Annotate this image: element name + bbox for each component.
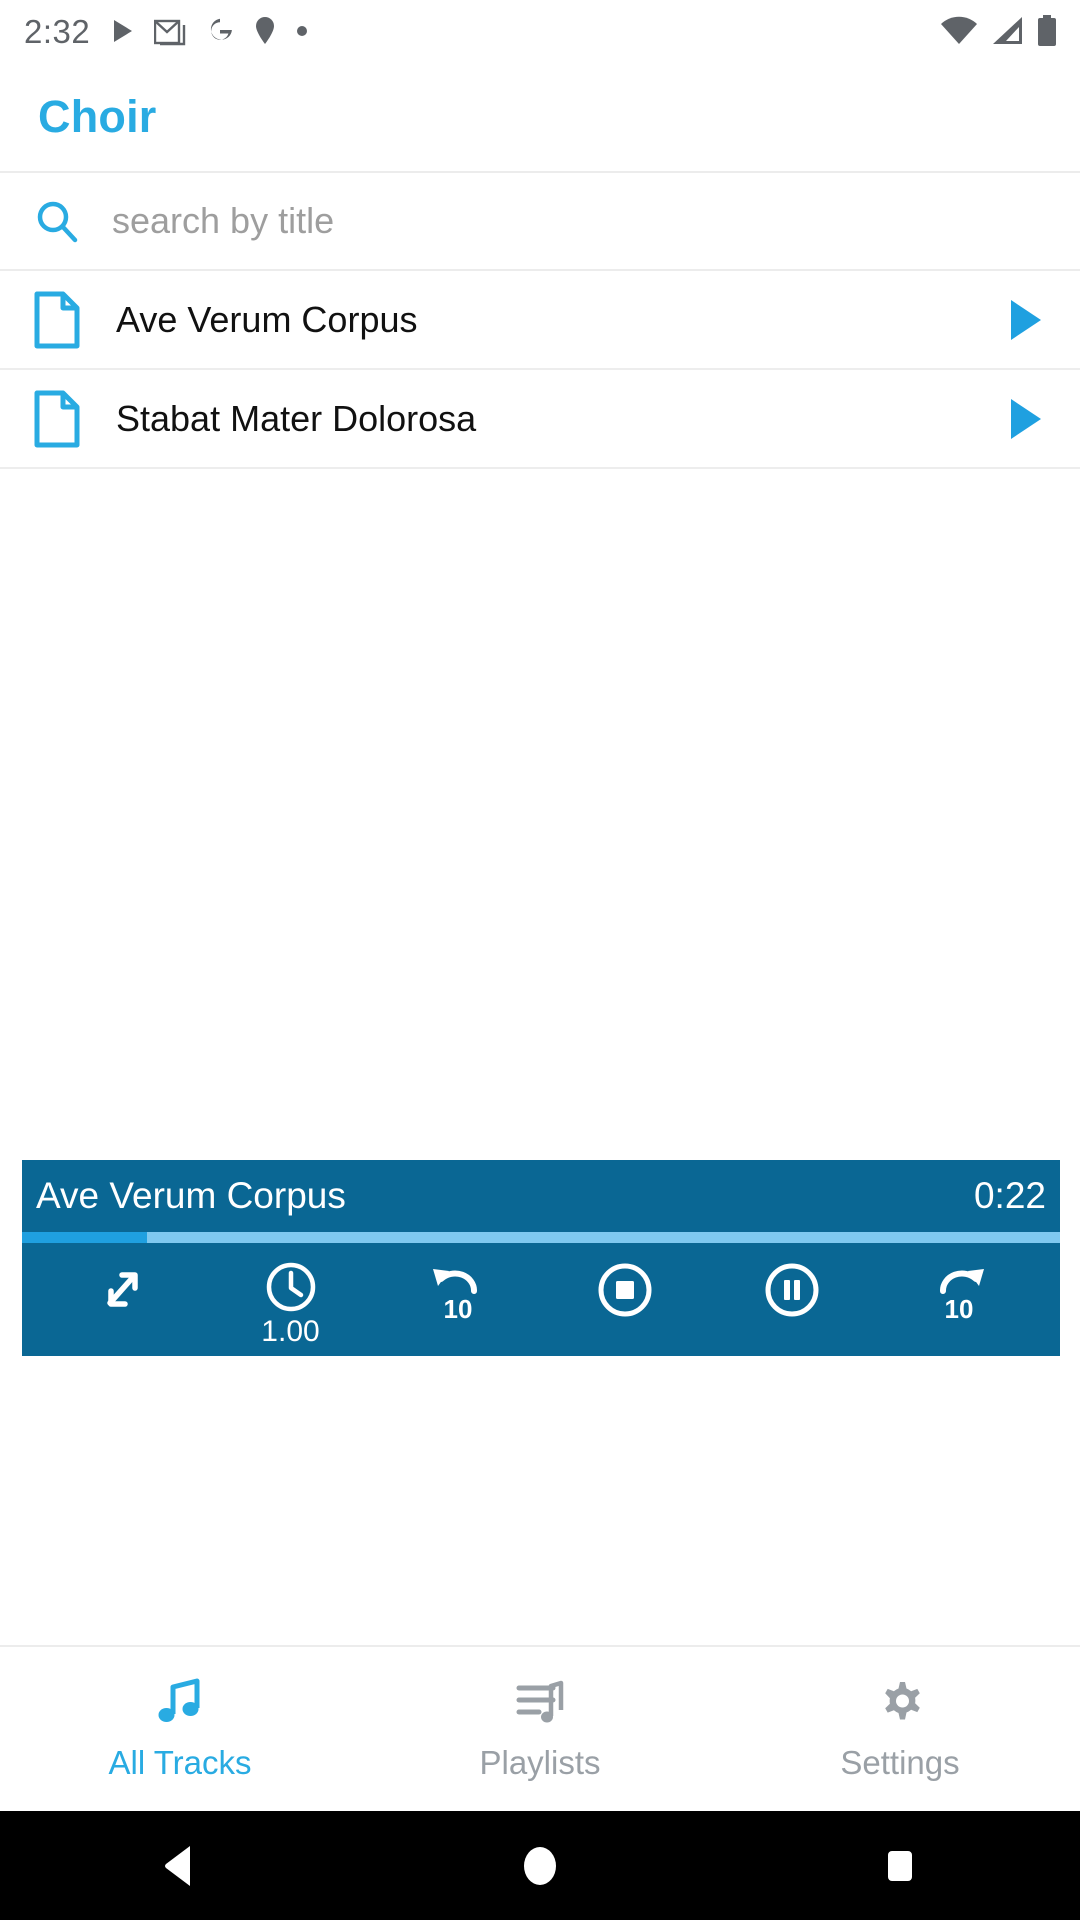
pause-circle-icon	[765, 1263, 818, 1317]
battery-icon	[1038, 15, 1056, 46]
recents-icon	[888, 1850, 912, 1881]
table-row[interactable]: Stabat Mater Dolorosa	[0, 370, 1080, 469]
forward-10-icon: 10	[939, 1269, 984, 1323]
svg-text:10: 10	[443, 1294, 472, 1323]
music-note-icon	[158, 1678, 200, 1722]
clock-icon	[266, 1262, 315, 1312]
expand-button[interactable]	[58, 1261, 190, 1317]
forward-10-button[interactable]: 10	[893, 1261, 1025, 1323]
document-icon	[26, 291, 88, 349]
system-navigation-bar	[0, 1811, 1080, 1920]
progress-bar[interactable]	[22, 1232, 1060, 1243]
tab-playlists[interactable]: Playlists	[360, 1647, 720, 1811]
back-icon	[165, 1845, 190, 1886]
tab-label: Playlists	[479, 1744, 601, 1781]
play-icon	[114, 20, 133, 42]
tab-label: All Tracks	[108, 1744, 252, 1781]
table-row[interactable]: Ave Verum Corpus	[0, 271, 1080, 370]
progress-bar-fill	[22, 1232, 147, 1243]
play-icon[interactable]	[1000, 298, 1052, 342]
speed-value: 1.00	[261, 1315, 320, 1348]
search-bar[interactable]	[0, 173, 1080, 271]
track-title: Ave Verum Corpus	[116, 298, 418, 340]
tab-label: Settings	[840, 1744, 960, 1781]
wifi-icon	[941, 16, 977, 44]
elapsed-time: 0:22	[973, 1175, 1046, 1216]
status-bar-system-icons	[940, 15, 1058, 47]
speed-button[interactable]: 1.00	[225, 1261, 357, 1349]
track-title: Stabat Mater Dolorosa	[116, 397, 477, 439]
search-input[interactable]	[112, 200, 892, 242]
gear-icon	[885, 1682, 920, 1720]
replay-10-icon: 10	[432, 1269, 477, 1323]
tab-all-tracks[interactable]: All Tracks	[0, 1647, 360, 1811]
tab-settings[interactable]: Settings	[720, 1647, 1080, 1811]
status-bar-notification-icons	[112, 16, 308, 46]
app-screen: 2:32 Choir search by title Ave Verum Cor…	[0, 0, 1080, 1920]
google-icon	[211, 18, 233, 40]
player-header: Ave Verum Corpus 0:22	[22, 1160, 1060, 1232]
home-button[interactable]	[440, 1811, 640, 1920]
stop-button[interactable]	[559, 1261, 691, 1319]
gmail-icon	[154, 19, 186, 46]
pause-button[interactable]	[726, 1261, 858, 1319]
status-bar: 2:32	[0, 0, 1080, 62]
document-icon	[26, 390, 88, 448]
stop-circle-icon	[598, 1263, 651, 1317]
track-list: Ave Verum Corpus Stabat Mater Dolorosa	[0, 271, 1080, 469]
search-icon	[28, 198, 86, 244]
play-icon[interactable]	[1000, 397, 1052, 441]
dot-icon	[297, 26, 308, 36]
page-title: Choir	[38, 90, 157, 142]
app-bar: Choir	[0, 62, 1080, 173]
bottom-navigation: All Tracks Playlists Settings	[0, 1645, 1080, 1811]
player-controls: 1.00 10 10	[22, 1243, 1060, 1356]
player-bar: Ave Verum Corpus 0:22 1.00 10 10	[22, 1160, 1060, 1356]
now-playing-title: Ave Verum Corpus	[36, 1175, 346, 1216]
queue-music-icon	[516, 1680, 564, 1723]
rewind-10-button[interactable]: 10	[392, 1261, 524, 1323]
svg-text:10: 10	[944, 1294, 973, 1323]
expand-arrows-icon	[106, 1272, 138, 1307]
home-icon	[524, 1846, 556, 1885]
back-button[interactable]	[80, 1811, 280, 1920]
cellular-signal-icon	[993, 17, 1022, 44]
recents-button[interactable]	[800, 1811, 1000, 1920]
location-pin-icon	[256, 17, 275, 44]
status-bar-clock: 2:32	[24, 12, 91, 50]
